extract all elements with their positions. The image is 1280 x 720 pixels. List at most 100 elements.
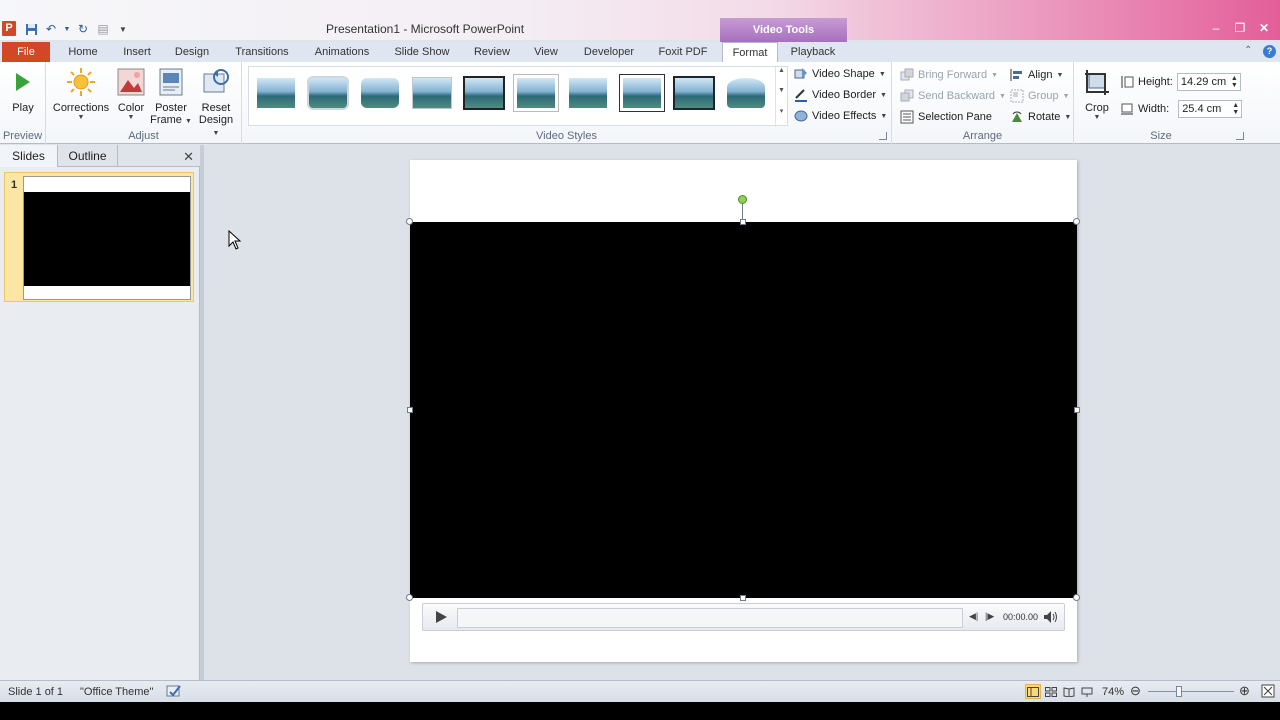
close-pane-icon[interactable]: ✕ <box>183 149 194 165</box>
video-play-button[interactable] <box>433 609 449 625</box>
video-style-thumb[interactable] <box>465 78 503 108</box>
video-shape-button[interactable]: Video Shape ▼ <box>794 65 886 83</box>
tab-file[interactable]: File <box>2 42 50 62</box>
tab-slide-show[interactable]: Slide Show <box>390 42 454 62</box>
reset-design-button[interactable]: Reset Design ▼ <box>194 66 238 138</box>
slide-thumbnail-selected[interactable]: 1 <box>4 172 194 302</box>
reading-view-icon[interactable] <box>1061 684 1077 699</box>
color-label: Color <box>117 102 145 114</box>
resize-handle-top-left[interactable] <box>406 218 413 225</box>
align-button[interactable]: Align ▼ <box>1010 66 1063 84</box>
powerpoint-app-icon[interactable]: P <box>2 21 16 36</box>
video-style-thumb[interactable] <box>257 78 295 108</box>
video-seek-bar[interactable] <box>457 608 963 628</box>
minimize-icon[interactable]: – <box>1204 19 1228 36</box>
resize-handle-left[interactable] <box>407 407 413 413</box>
group-button[interactable]: Group ▼ <box>1010 87 1070 105</box>
rotate-button[interactable]: Rotate ▼ <box>1010 108 1071 126</box>
width-spinner-icon[interactable]: ▲ ▼ <box>1232 102 1239 116</box>
crop-icon <box>1081 66 1113 98</box>
resize-handle-right[interactable] <box>1074 407 1080 413</box>
tab-developer[interactable]: Developer <box>578 42 640 62</box>
tab-view[interactable]: View <box>528 42 564 62</box>
tab-transitions[interactable]: Transitions <box>228 42 296 62</box>
height-spinner-icon[interactable]: ▲ ▼ <box>1231 75 1238 89</box>
tab-playback[interactable]: Playback <box>786 42 840 62</box>
height-input[interactable]: 14.29 cm ▲ ▼ <box>1176 73 1241 91</box>
resize-handle-bottom-right[interactable] <box>1073 594 1080 601</box>
width-label: Width: <box>1138 103 1170 115</box>
tab-animations[interactable]: Animations <box>308 42 376 62</box>
slide-show-view-icon[interactable] <box>1079 684 1095 699</box>
undo-icon[interactable]: ↶ <box>44 22 58 36</box>
play-button[interactable]: Play <box>4 66 42 114</box>
tab-insert[interactable]: Insert <box>116 42 158 62</box>
resize-handle-top-right[interactable] <box>1073 218 1080 225</box>
video-shape-icon <box>794 67 808 81</box>
slide-thumbnail[interactable] <box>23 176 191 300</box>
zoom-out-icon[interactable]: ⊖ <box>1130 683 1141 699</box>
slide-canvas[interactable]: ◀| |▶ 00:00.00 <box>406 160 1080 662</box>
tab-foxit-pdf[interactable]: Foxit PDF <box>654 42 712 62</box>
zoom-slider-thumb[interactable] <box>1176 686 1182 697</box>
tab-slides[interactable]: Slides <box>0 145 58 167</box>
video-style-thumb[interactable] <box>675 78 713 108</box>
resize-handle-bottom-left[interactable] <box>406 594 413 601</box>
send-backward-button[interactable]: Send Backward ▼ <box>900 87 1006 105</box>
zoom-in-icon[interactable]: ⊕ <box>1239 683 1250 699</box>
tab-design[interactable]: Design <box>170 42 214 62</box>
redo-icon[interactable]: ↻ <box>76 22 90 36</box>
video-effects-button[interactable]: Video Effects ▼ <box>794 107 887 125</box>
volume-icon[interactable] <box>1043 609 1059 625</box>
video-style-thumb[interactable] <box>309 78 347 108</box>
tab-review[interactable]: Review <box>470 42 514 62</box>
gallery-scroll-up-icon[interactable]: ▲ <box>775 67 787 87</box>
save-icon[interactable] <box>24 22 38 36</box>
bring-forward-button[interactable]: Bring Forward ▼ <box>900 66 998 84</box>
help-icon[interactable]: ? <box>1263 45 1276 58</box>
slide-sorter-view-icon[interactable] <box>1043 684 1059 699</box>
video-style-thumb[interactable] <box>727 78 765 108</box>
close-icon[interactable]: ✕ <box>1252 19 1276 36</box>
seek-backward-icon[interactable]: ◀| <box>969 611 978 622</box>
align-caret-icon: ▼ <box>1056 71 1064 79</box>
normal-view-icon[interactable] <box>1025 684 1041 699</box>
video-border-button[interactable]: Video Border ▼ <box>794 86 887 104</box>
width-icon <box>1120 102 1134 116</box>
minimize-ribbon-icon[interactable]: ⌃ <box>1244 45 1256 57</box>
resize-handle-top[interactable] <box>740 219 746 225</box>
tab-format[interactable]: Format <box>722 42 778 63</box>
corrections-button[interactable]: Corrections ▼ <box>50 66 112 121</box>
customize-qat-icon[interactable]: ▼ <box>116 22 130 36</box>
poster-frame-button[interactable]: Poster Frame ▼ <box>150 66 192 126</box>
zoom-slider-track[interactable] <box>1148 691 1234 692</box>
spell-check-icon[interactable] <box>166 684 182 701</box>
resize-handle-bottom[interactable] <box>740 595 746 601</box>
video-style-thumb[interactable] <box>569 78 607 108</box>
theme-name[interactable]: "Office Theme" <box>80 686 153 698</box>
gallery-scroll-down-icon[interactable]: ▼ <box>775 87 787 107</box>
video-style-thumb[interactable] <box>413 78 451 108</box>
video-style-thumb[interactable] <box>623 78 661 108</box>
selection-pane-button[interactable]: Selection Pane <box>900 108 992 126</box>
video-style-thumb[interactable] <box>517 78 555 108</box>
size-launcher-icon[interactable] <box>1236 132 1244 140</box>
video-object[interactable] <box>410 222 1077 598</box>
gallery-more-icon[interactable]: ▾ <box>775 107 787 127</box>
tab-outline[interactable]: Outline <box>58 145 118 167</box>
fit-to-window-icon[interactable] <box>1261 684 1275 701</box>
seek-forward-icon[interactable]: |▶ <box>985 611 994 622</box>
tab-home[interactable]: Home <box>64 42 102 62</box>
paste-icon[interactable]: ▤ <box>96 22 110 36</box>
width-value: 25.4 cm <box>1182 103 1222 115</box>
video-effects-caret-icon: ▼ <box>880 112 888 120</box>
width-input[interactable]: 25.4 cm ▲ ▼ <box>1178 100 1243 118</box>
color-button[interactable]: Color ▼ <box>114 66 148 121</box>
video-styles-launcher-icon[interactable] <box>879 132 887 140</box>
zoom-level[interactable]: 74% <box>1102 686 1124 698</box>
restore-icon[interactable]: ❐ <box>1228 19 1252 36</box>
rotate-handle[interactable] <box>738 195 747 204</box>
crop-button[interactable]: Crop ▼ <box>1080 66 1114 121</box>
video-style-thumb[interactable] <box>361 78 399 108</box>
undo-dropdown-icon[interactable]: ▼ <box>64 22 71 36</box>
